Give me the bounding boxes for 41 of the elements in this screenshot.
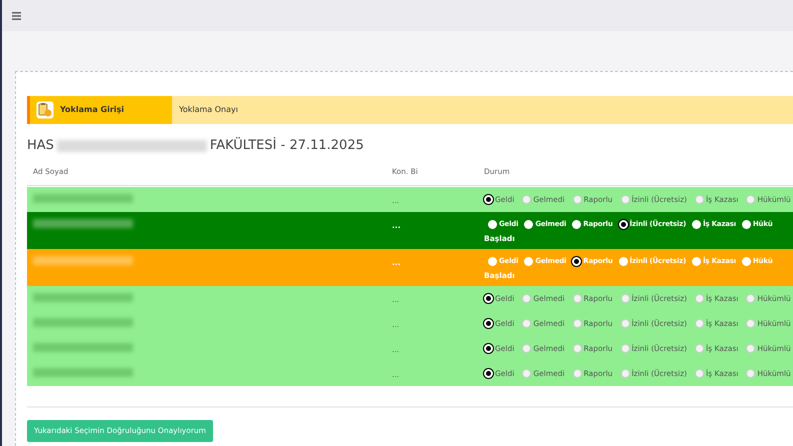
radio-button[interactable] xyxy=(746,294,756,304)
radio-button[interactable] xyxy=(572,369,582,378)
radio-button[interactable] xyxy=(522,319,532,328)
radio-button[interactable] xyxy=(620,344,630,354)
radio-button[interactable] xyxy=(694,294,704,304)
radio-button[interactable] xyxy=(620,195,630,204)
radio-button[interactable] xyxy=(488,220,497,229)
radio-button[interactable] xyxy=(694,369,704,378)
radio-button[interactable] xyxy=(620,294,630,304)
radio-button[interactable] xyxy=(694,344,704,354)
page-title-end: FAKÜLTESİ - 27.11.2025 xyxy=(210,136,364,156)
radio-button[interactable] xyxy=(522,344,532,354)
radio-button[interactable] xyxy=(620,369,630,378)
radio-button[interactable] xyxy=(692,220,701,229)
tab[interactable]: Yoklama Girişi xyxy=(27,96,172,124)
radio-button[interactable] xyxy=(692,256,701,266)
radio-button[interactable] xyxy=(620,319,630,328)
page-title-start: HAS xyxy=(27,137,54,156)
radio-button[interactable] xyxy=(694,319,704,328)
radio-button[interactable] xyxy=(694,195,704,204)
radio-button[interactable] xyxy=(746,319,756,328)
radio-button[interactable] xyxy=(618,256,628,266)
radio-button[interactable] xyxy=(746,344,756,354)
radio-button[interactable] xyxy=(742,256,751,266)
radio-button[interactable] xyxy=(572,344,582,354)
clipboard-icon xyxy=(36,101,54,119)
radio-button[interactable] xyxy=(522,294,532,304)
radio-button[interactable] xyxy=(522,195,532,204)
menu-icon[interactable] xyxy=(12,12,21,20)
radio-button[interactable] xyxy=(572,294,582,304)
radio-button[interactable] xyxy=(522,369,532,378)
radio-button[interactable] xyxy=(572,220,582,229)
tab[interactable]: Yoklama Onayı xyxy=(172,96,793,124)
radio-button[interactable] xyxy=(746,369,756,378)
radio-button[interactable] xyxy=(572,319,582,328)
radio-button[interactable] xyxy=(524,220,534,229)
radio-button[interactable] xyxy=(742,220,751,229)
radio-button[interactable] xyxy=(572,195,582,204)
radio-button[interactable] xyxy=(746,195,756,204)
radio-button[interactable] xyxy=(488,256,497,266)
radio-button[interactable] xyxy=(524,256,534,266)
